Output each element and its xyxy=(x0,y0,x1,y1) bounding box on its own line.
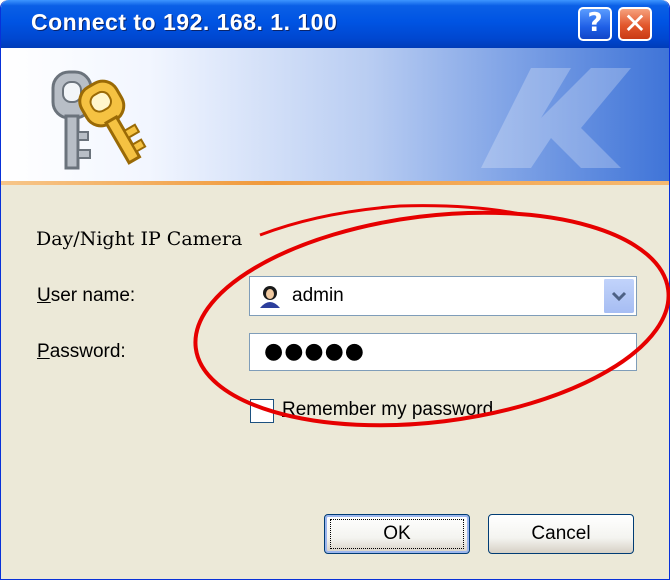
password-field[interactable]: ●●●●● xyxy=(249,333,637,371)
cancel-button[interactable]: Cancel xyxy=(488,514,634,554)
username-label: User name: xyxy=(37,285,135,307)
window-title: Connect to 192. 168. 1. 100 xyxy=(31,9,338,35)
cancel-label: Cancel xyxy=(531,523,591,544)
keys-icon xyxy=(51,70,147,170)
password-label: Password: xyxy=(37,341,126,363)
focus-rectangle xyxy=(330,519,464,549)
close-button[interactable]: ✕ xyxy=(618,7,652,41)
title-bar[interactable]: Connect to 192. 168. 1. 100 ? ✕ xyxy=(1,0,669,48)
password-mask: ●●●●● xyxy=(264,339,365,364)
password-label-text: assword: xyxy=(49,341,126,362)
dropdown-button[interactable] xyxy=(603,279,634,313)
help-icon: ? xyxy=(587,8,603,38)
username-label-text: ser name: xyxy=(50,285,136,306)
login-dialog: Connect to 192. 168. 1. 100 ? ✕ Day/Nigh… xyxy=(0,0,670,580)
ok-button[interactable]: OK xyxy=(324,514,470,554)
remember-label-mnemonic: R xyxy=(282,399,296,420)
dialog-banner xyxy=(1,48,669,181)
close-icon: ✕ xyxy=(623,7,647,40)
chevron-down-icon xyxy=(611,291,627,302)
username-label-mnemonic: U xyxy=(37,285,51,306)
username-value: admin xyxy=(292,285,344,306)
banner-watermark-icon xyxy=(481,68,631,168)
remember-label-text: emember my password xyxy=(295,399,494,420)
banner-divider xyxy=(1,181,669,185)
realm-caption: Day/Night IP Camera xyxy=(36,228,243,250)
password-label-mnemonic: P xyxy=(37,341,50,362)
user-icon xyxy=(260,286,280,308)
help-button[interactable]: ? xyxy=(578,7,612,41)
username-combobox[interactable]: admin xyxy=(249,276,637,316)
remember-password-checkbox[interactable] xyxy=(250,399,274,423)
remember-password-label[interactable]: Remember my password xyxy=(282,399,493,421)
